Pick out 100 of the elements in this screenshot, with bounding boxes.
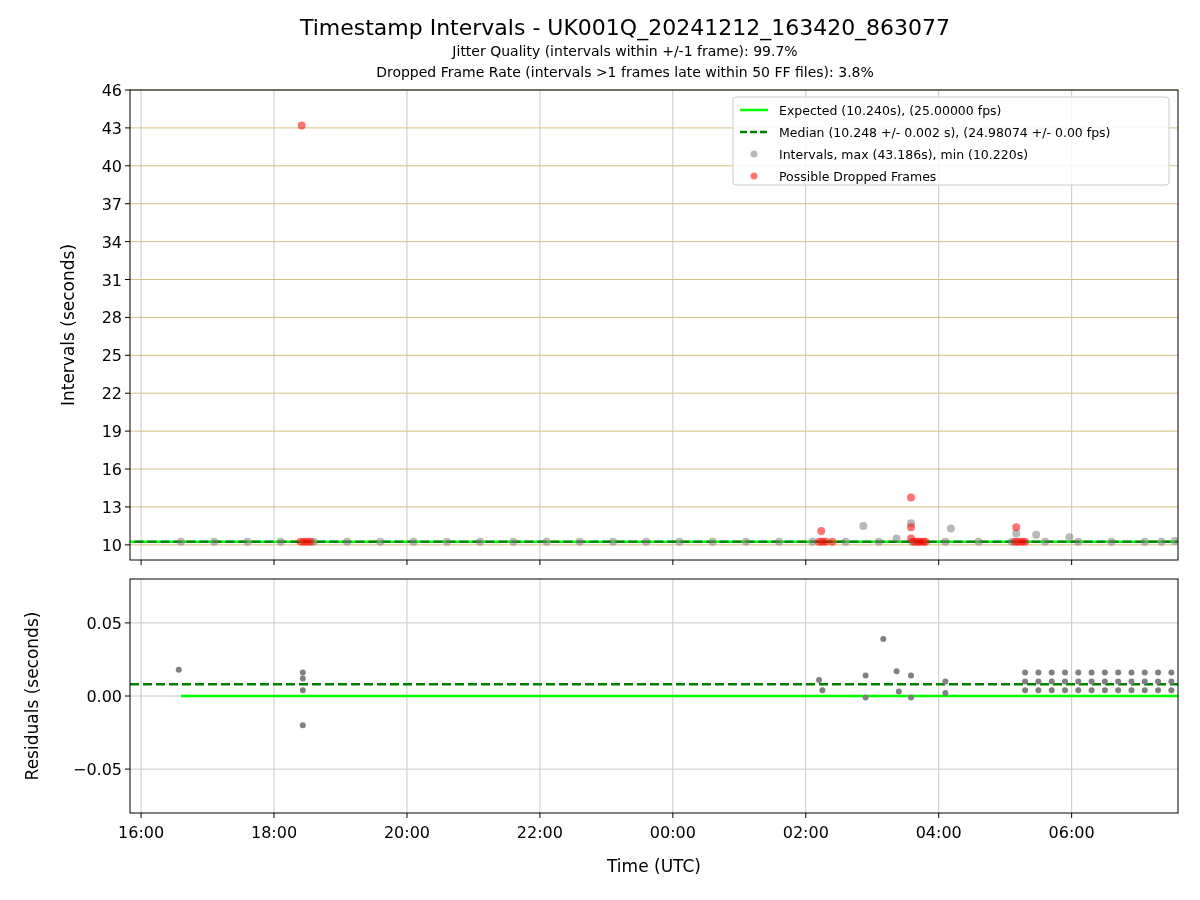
data-point (1048, 669, 1055, 676)
data-point (1128, 678, 1135, 685)
x-tick-label: 20:00 (383, 823, 430, 842)
data-point (1115, 669, 1122, 676)
data-point (1022, 687, 1029, 694)
data-point (509, 537, 518, 546)
data-point (299, 537, 308, 546)
data-point (1141, 687, 1148, 694)
data-point (862, 672, 869, 679)
data-point (818, 537, 827, 546)
x-tick-label: 16:00 (118, 823, 165, 842)
x-tick-label: 00:00 (649, 823, 696, 842)
data-point (675, 537, 684, 546)
y-axis-label: Intervals (seconds) (58, 243, 78, 407)
chart-subtitle: Dropped Frame Rate (intervals >1 frames late within 50 FF files): 3.8% (376, 63, 874, 82)
data-point (815, 537, 824, 546)
legend-label: Expected (10.240s), (25.00000 fps) (779, 102, 1002, 118)
y-tick-label: 10 (101, 535, 122, 555)
data-point (880, 635, 887, 642)
data-point (895, 688, 902, 695)
data-point (299, 687, 306, 694)
data-point (1014, 537, 1023, 546)
data-point (819, 687, 826, 694)
data-point (376, 537, 385, 546)
data-point (243, 537, 252, 546)
legend-marker-icon (750, 150, 758, 158)
data-point (893, 668, 900, 675)
data-point (642, 537, 651, 546)
data-point (1157, 537, 1166, 546)
legend-marker-icon (750, 172, 758, 180)
data-point (175, 666, 182, 673)
data-point (1065, 533, 1074, 542)
y-tick-label: 13 (101, 497, 122, 517)
data-point (1115, 678, 1122, 685)
data-point (409, 537, 418, 546)
y-tick-label: 19 (101, 422, 122, 442)
x-tick-label: 02:00 (782, 823, 829, 842)
data-point (1170, 537, 1178, 546)
data-point (1128, 687, 1135, 694)
data-point (1088, 669, 1095, 676)
data-point (1041, 537, 1050, 546)
y-tick-label: 16 (101, 460, 122, 480)
data-point (1062, 687, 1068, 694)
data-point (210, 537, 219, 546)
data-point (946, 524, 955, 533)
data-point (908, 672, 914, 679)
data-point (907, 493, 915, 502)
data-point (1115, 687, 1122, 694)
data-point (1075, 669, 1082, 676)
data-point (276, 537, 285, 546)
data-point (1062, 678, 1068, 685)
data-point (1035, 669, 1042, 676)
data-point (862, 694, 869, 701)
legend-label: Median (10.248 +/- 0.002 s), (24.98074 +/- 0.00 fps) (779, 124, 1111, 140)
data-point (1048, 687, 1055, 694)
data-point (1155, 669, 1162, 676)
data-point (1155, 678, 1162, 685)
y-tick-label: 31 (101, 270, 122, 290)
data-point (1088, 678, 1095, 685)
data-point (1168, 678, 1175, 685)
data-point (476, 537, 485, 546)
x-axis-label: Time (UTC) (607, 856, 701, 876)
data-point (1048, 678, 1055, 685)
x-tick-label: 18:00 (250, 823, 298, 842)
data-point (296, 537, 305, 546)
data-point (1012, 529, 1021, 538)
y-tick-label: 25 (101, 346, 122, 366)
data-point (708, 537, 717, 546)
data-point (1075, 678, 1082, 685)
data-point (821, 537, 830, 546)
data-point (874, 537, 883, 546)
y-tick-label: 43 (101, 118, 122, 138)
data-point (1032, 530, 1041, 539)
data-point (942, 690, 949, 697)
data-point (808, 537, 817, 546)
data-point (1075, 687, 1082, 694)
data-point (442, 537, 451, 546)
legend-line-icon (740, 108, 768, 112)
data-point (1101, 669, 1108, 676)
data-point (1074, 537, 1083, 546)
y-tick-label: 28 (101, 308, 122, 328)
data-point (1021, 537, 1030, 546)
data-point (828, 537, 837, 546)
data-point (941, 537, 950, 546)
data-point (1141, 678, 1148, 685)
data-point (741, 537, 750, 546)
data-point (297, 121, 306, 130)
data-point (1128, 669, 1135, 676)
data-point (859, 521, 868, 530)
data-point (1101, 678, 1108, 685)
data-point (841, 537, 850, 546)
y-tick-label: 46 (101, 81, 122, 100)
chart-title: Timestamp Intervals - UK001Q_20241212_163420_863077 (299, 15, 951, 41)
y-tick-label: 34 (101, 232, 122, 252)
data-point (1101, 687, 1108, 694)
y-tick-label: 40 (101, 156, 122, 176)
legend-label: Possible Dropped Frames (779, 168, 937, 184)
data-point (1017, 537, 1026, 546)
data-point (303, 537, 312, 546)
data-point (817, 526, 826, 535)
